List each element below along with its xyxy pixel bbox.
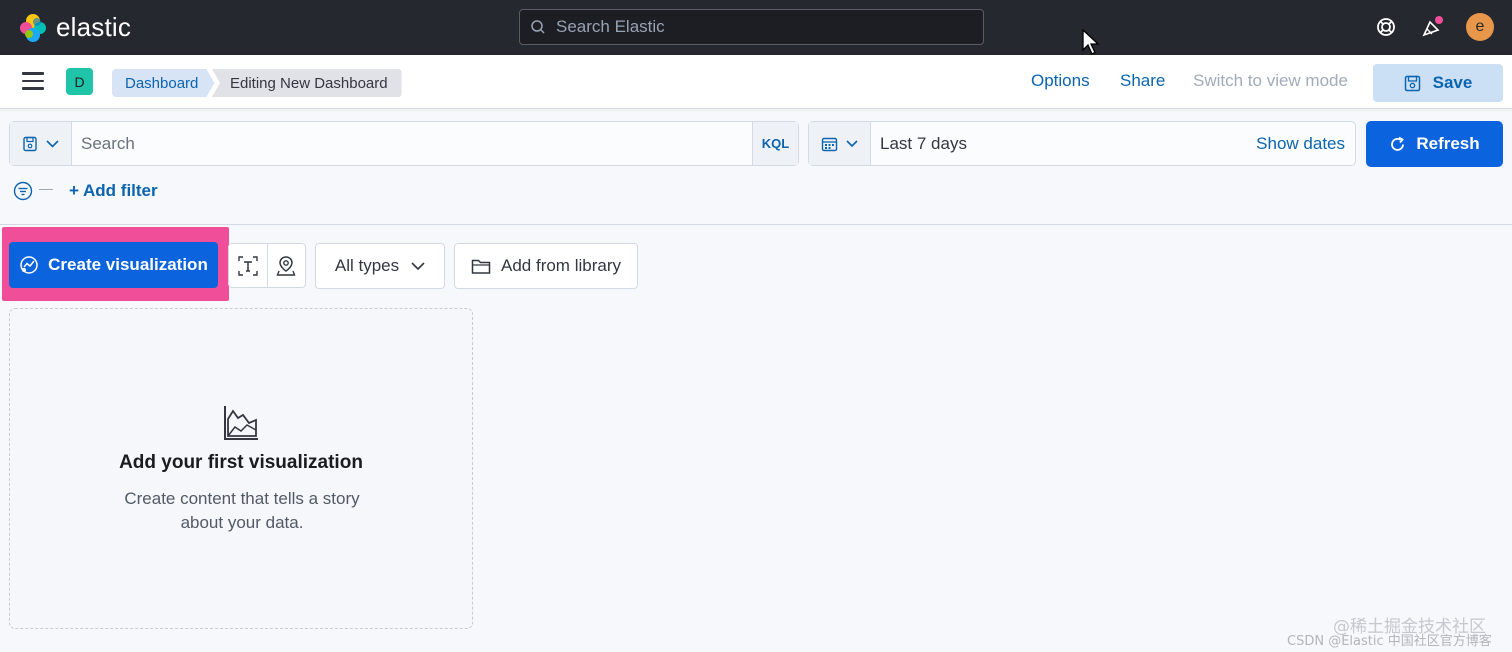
divider <box>0 224 1512 225</box>
query-search-input[interactable] <box>81 133 752 154</box>
filter-row: — + Add filter <box>13 180 158 202</box>
calendar-icon <box>821 137 838 151</box>
add-from-library-label: Add from library <box>501 256 621 275</box>
watermark-csdn: CSDN @Elastic 中国社区官方博客 <box>1287 634 1492 649</box>
breadcrumb-dashboard[interactable]: Dashboard <box>112 69 214 97</box>
brand-name: elastic <box>56 12 132 42</box>
empty-state-description: Create content that tells a story about … <box>124 489 360 532</box>
all-types-dropdown[interactable]: All types <box>315 243 445 289</box>
query-bar: KQL <box>9 121 799 166</box>
map-marker-icon <box>276 255 296 276</box>
share-link[interactable]: Share <box>1120 71 1165 91</box>
help-icon[interactable] <box>1373 14 1399 40</box>
query-language-button[interactable]: KQL <box>752 122 798 165</box>
chevron-down-icon <box>411 262 425 270</box>
create-visualization-button[interactable]: Create visualization <box>9 242 218 288</box>
refresh-label: Refresh <box>1416 134 1480 153</box>
menu-toggle-icon[interactable] <box>22 72 44 92</box>
saved-query-icon <box>23 136 37 151</box>
mouse-cursor-icon <box>1082 29 1100 55</box>
text-icon <box>238 255 258 276</box>
refresh-icon <box>1391 136 1405 151</box>
quick-date-menu[interactable] <box>809 122 871 165</box>
space-avatar[interactable]: D <box>66 68 93 95</box>
show-dates-link[interactable]: Show dates <box>1256 122 1355 165</box>
options-link[interactable]: Options <box>1031 71 1090 91</box>
global-search[interactable] <box>519 9 984 45</box>
add-map-button[interactable] <box>268 244 306 287</box>
empty-state-title: Add your first visualization <box>119 452 363 473</box>
date-picker: Last 7 days Show dates <box>808 121 1356 166</box>
elastic-logo-icon <box>20 13 46 42</box>
elastic-logo[interactable]: elastic <box>18 12 131 43</box>
chevron-down-icon <box>846 139 858 147</box>
folder-icon <box>471 259 491 274</box>
area-chart-icon <box>224 406 258 440</box>
add-from-library-button[interactable]: Add from library <box>454 243 638 289</box>
breadcrumb-current: Editing New Dashboard <box>212 69 402 97</box>
quick-add-group <box>228 243 306 288</box>
top-header: elastic e <box>0 0 1512 55</box>
save-label: Save <box>1432 73 1473 92</box>
chevron-down-icon <box>46 139 59 148</box>
all-types-label: All types <box>334 256 400 275</box>
visualize-icon <box>20 256 38 274</box>
create-visualization-label: Create visualization <box>48 255 208 274</box>
saved-query-menu[interactable] <box>10 122 72 165</box>
switch-view-mode-link[interactable]: Switch to view mode <box>1193 71 1348 91</box>
app-header: D Dashboard Editing New Dashboard Option… <box>0 55 1512 109</box>
news-feed-icon[interactable] <box>1420 14 1446 40</box>
user-avatar[interactable]: e <box>1466 13 1494 41</box>
time-range-text[interactable]: Last 7 days <box>871 122 1256 165</box>
search-icon <box>531 20 545 34</box>
filter-icon[interactable] <box>13 181 33 201</box>
save-icon <box>1404 75 1420 91</box>
global-search-input[interactable] <box>556 17 956 37</box>
empty-state-panel: Add your first visualization Create cont… <box>9 308 473 629</box>
add-text-button[interactable] <box>229 244 268 287</box>
add-filter-button[interactable]: + Add filter <box>69 181 158 201</box>
filter-separator: — <box>39 180 53 196</box>
save-button[interactable]: Save <box>1373 64 1503 102</box>
refresh-button[interactable]: Refresh <box>1366 121 1503 167</box>
